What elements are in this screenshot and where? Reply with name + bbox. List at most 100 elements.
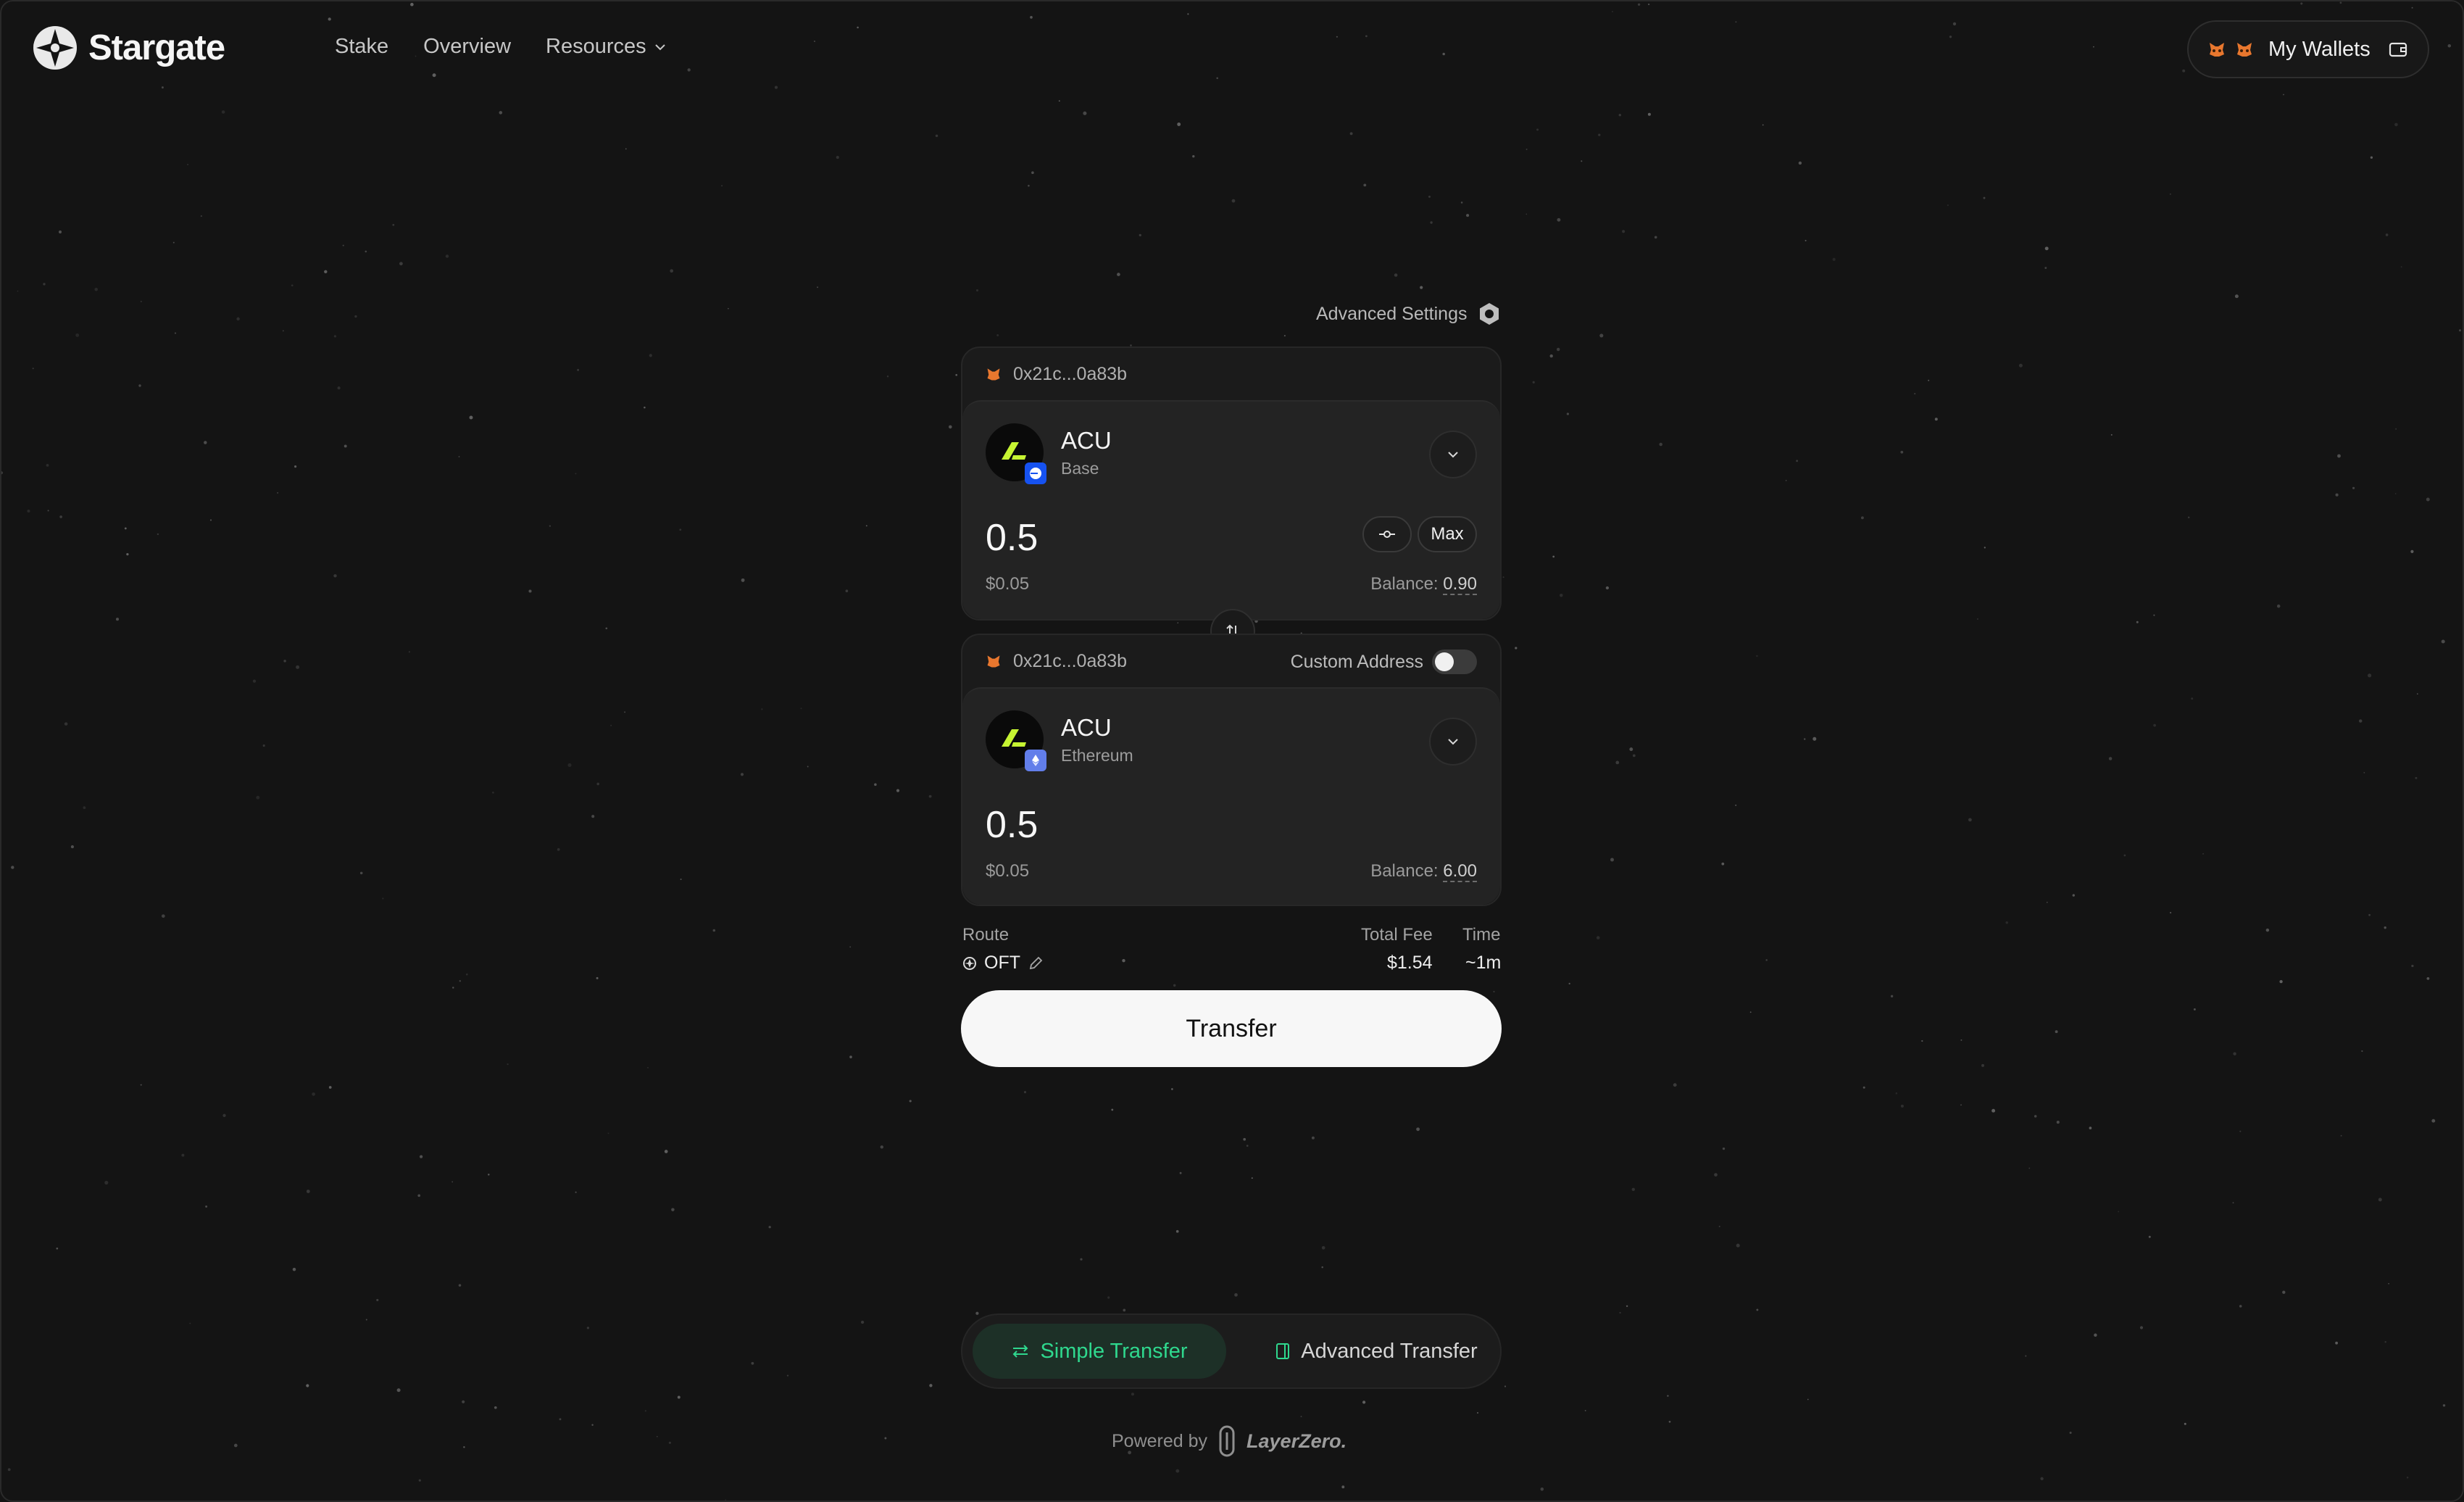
destination-balance-value[interactable]: 6.00 bbox=[1443, 861, 1477, 882]
star bbox=[2352, 486, 2355, 489]
star bbox=[2368, 673, 2372, 678]
star bbox=[1416, 1127, 1420, 1132]
nav-stake[interactable]: Stake bbox=[335, 35, 388, 59]
star bbox=[1300, 1416, 1302, 1418]
star bbox=[2110, 433, 2113, 436]
tab-simple-transfer-label: Simple Transfer bbox=[1040, 1339, 1188, 1363]
route-value[interactable]: OFT bbox=[962, 953, 1044, 974]
star bbox=[1526, 149, 1528, 150]
destination-wallet-address[interactable]: 0x21c...0a83b bbox=[1013, 651, 1127, 672]
star bbox=[577, 368, 580, 371]
star bbox=[1832, 257, 1836, 261]
star bbox=[2282, 1290, 2286, 1294]
nav-overview[interactable]: Overview bbox=[423, 35, 511, 59]
powered-by[interactable]: Powered by LayerZero. bbox=[1112, 1425, 1347, 1457]
star bbox=[625, 148, 627, 150]
star bbox=[1928, 379, 1930, 381]
star bbox=[2025, 1355, 2027, 1357]
star bbox=[282, 330, 284, 332]
tab-advanced-transfer[interactable]: Advanced Transfer bbox=[1264, 1324, 1489, 1379]
star bbox=[1117, 273, 1120, 276]
star bbox=[1321, 1266, 1323, 1269]
star bbox=[1526, 213, 1528, 215]
star bbox=[337, 386, 341, 390]
total-fee-label: Total Fee bbox=[1361, 925, 1433, 945]
star bbox=[70, 845, 74, 849]
source-balance-value[interactable]: 0.90 bbox=[1443, 574, 1477, 595]
source-token-dropdown-button[interactable] bbox=[1429, 431, 1477, 478]
star bbox=[1559, 593, 1563, 597]
star bbox=[2335, 493, 2339, 497]
star bbox=[1618, 114, 1621, 117]
star bbox=[1605, 586, 1610, 590]
star bbox=[458, 456, 460, 457]
star bbox=[896, 789, 900, 792]
star bbox=[647, 1066, 649, 1069]
star bbox=[1632, 754, 1636, 758]
nav-resources[interactable]: Resources bbox=[546, 35, 667, 59]
star bbox=[2123, 854, 2126, 857]
acu-token-icon bbox=[986, 423, 1046, 484]
source-amount-input[interactable]: 0.5 bbox=[986, 516, 1038, 560]
star bbox=[324, 270, 328, 274]
star bbox=[1466, 214, 1470, 217]
star bbox=[2441, 639, 2445, 644]
transfer-button[interactable]: Transfer bbox=[961, 990, 1502, 1067]
base-chain-icon bbox=[1025, 462, 1046, 484]
star bbox=[1803, 738, 1806, 740]
star bbox=[419, 1155, 423, 1158]
star bbox=[1735, 21, 1737, 23]
star bbox=[567, 763, 572, 767]
max-button[interactable]: Max bbox=[1418, 516, 1477, 552]
star bbox=[7, 1468, 11, 1472]
my-wallets-button[interactable]: My Wallets bbox=[2187, 20, 2429, 78]
star bbox=[2233, 1052, 2236, 1055]
star bbox=[1080, 1258, 1083, 1261]
star bbox=[1647, 112, 1651, 116]
star bbox=[2300, 2, 2303, 5]
star bbox=[2431, 1119, 2436, 1123]
star bbox=[1735, 804, 1737, 806]
destination-token-dropdown-button[interactable] bbox=[1429, 718, 1477, 765]
destination-chain-name: Ethereum bbox=[1061, 745, 1133, 765]
star bbox=[2384, 1340, 2386, 1343]
star bbox=[605, 627, 608, 630]
slider-toggle-button[interactable] bbox=[1362, 516, 1412, 552]
destination-token-selector[interactable]: ACU Ethereum bbox=[986, 710, 1133, 771]
star bbox=[644, 1410, 646, 1412]
star bbox=[1515, 647, 1518, 650]
star bbox=[1216, 77, 1218, 80]
source-wallet-address[interactable]: 0x21c...0a83b bbox=[1013, 364, 1127, 385]
source-chain-name: Base bbox=[1061, 458, 1099, 478]
star bbox=[115, 618, 120, 621]
star bbox=[1336, 36, 1338, 38]
star bbox=[649, 354, 652, 357]
star bbox=[845, 589, 849, 593]
custom-address-control: Custom Address bbox=[1291, 650, 1477, 674]
destination-balance-label: Balance: bbox=[1370, 861, 1439, 881]
metamask-icon bbox=[2237, 43, 2252, 57]
star bbox=[466, 973, 468, 976]
star bbox=[2361, 1050, 2363, 1053]
star bbox=[2442, 1404, 2446, 1407]
star bbox=[2193, 1008, 2196, 1011]
star bbox=[1504, 1385, 1507, 1387]
star bbox=[1362, 1401, 1366, 1404]
custom-address-toggle[interactable] bbox=[1432, 650, 1477, 674]
source-token-selector[interactable]: ACU Base bbox=[986, 423, 1112, 484]
star bbox=[800, 708, 802, 710]
star bbox=[1246, 1145, 1249, 1147]
star bbox=[549, 525, 552, 527]
tab-simple-transfer[interactable]: Simple Transfer bbox=[973, 1324, 1226, 1379]
star bbox=[817, 286, 819, 289]
star bbox=[2395, 428, 2397, 430]
star bbox=[492, 792, 494, 794]
star bbox=[75, 333, 80, 337]
powered-by-label: Powered by bbox=[1112, 1430, 1208, 1451]
stargate-logo[interactable]: Stargate bbox=[32, 25, 225, 71]
star bbox=[2044, 246, 2049, 251]
advanced-settings-button[interactable]: Advanced Settings bbox=[1316, 302, 1502, 326]
star bbox=[204, 441, 207, 444]
star bbox=[1058, 100, 1060, 102]
star bbox=[189, 1322, 191, 1324]
